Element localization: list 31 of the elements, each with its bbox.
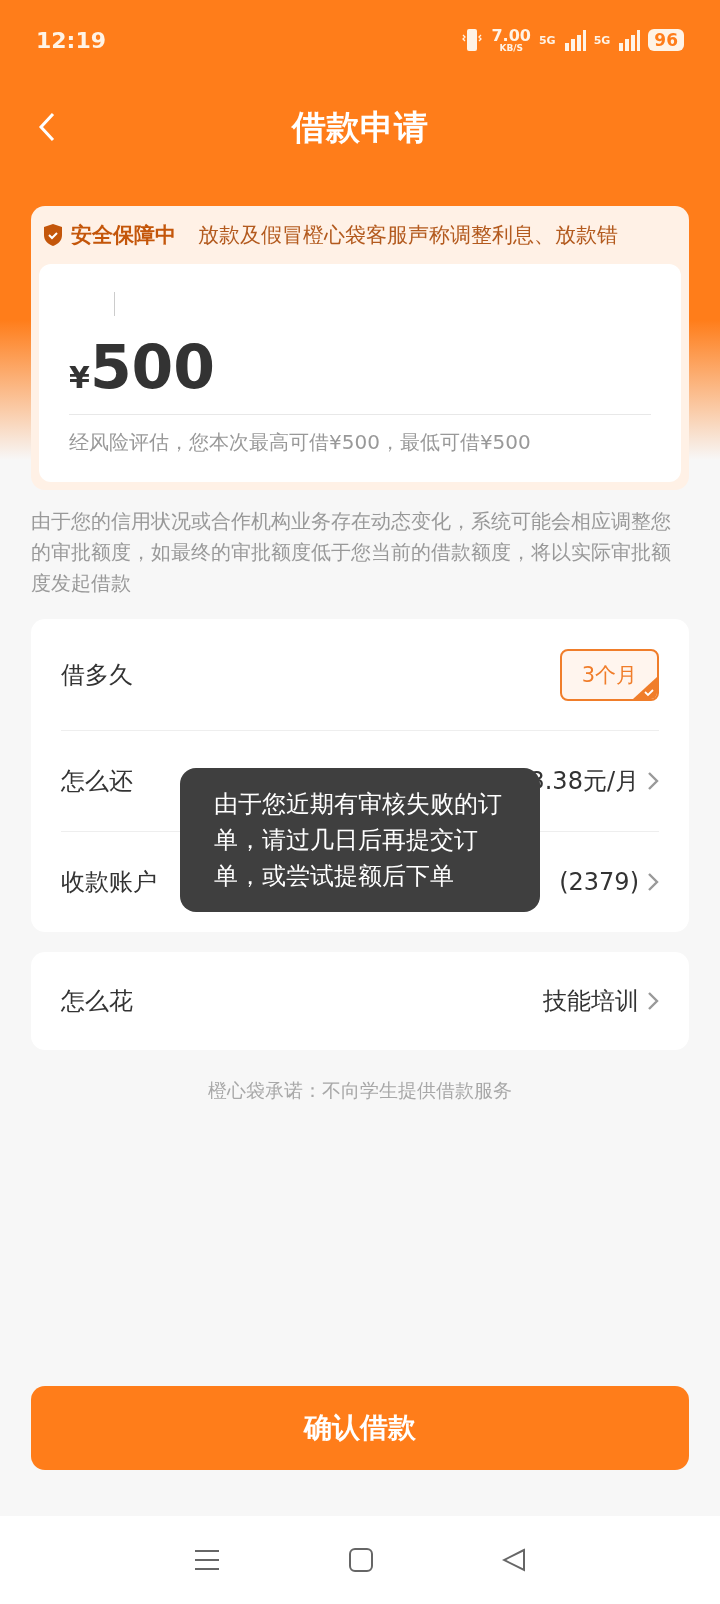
net-unit: KB/S (499, 43, 523, 53)
net-speed: 7.00 (491, 27, 531, 44)
row-value[interactable]: 技能培训 (543, 985, 639, 1017)
battery-level: 96 (648, 29, 684, 51)
row-label: 怎么花 (61, 986, 133, 1017)
amount-hint: 经风险评估，您本次最高可借¥500，最低可借¥500 (69, 429, 532, 456)
signal-icon (618, 29, 641, 51)
row-label: 借多久 (61, 659, 133, 691)
amount-field[interactable]: ¥500 (69, 332, 651, 415)
network-label: 5G (538, 33, 556, 47)
text-cursor (114, 292, 115, 316)
chevron-icon (647, 771, 659, 791)
disclaimer-text: 由于您的信用状况或合作机构业务存在动态变化，系统可能会相应调整您的审批额度，如最终的审批额度低于您当前的借款额度，将以实际审批额度发起借款 (31, 508, 672, 597)
shield-icon (43, 223, 63, 247)
page-title: 借款申请 (292, 106, 428, 149)
security-label: 安全保障中 (71, 222, 176, 249)
row-label: 收款账户 (61, 867, 157, 898)
menu-icon[interactable] (194, 1549, 221, 1571)
row-value[interactable]: (2379) (559, 868, 639, 896)
vibrate-icon (461, 27, 484, 53)
signal-icon (563, 29, 586, 51)
check-icon (633, 676, 657, 699)
promise-text: 橙心袋承诺：不向学生提供借款服务 (207, 1078, 513, 1103)
back-icon[interactable] (501, 1548, 526, 1572)
chevron-icon (647, 991, 659, 1011)
network-label: 5G (593, 33, 611, 47)
row-label: 怎么还 (61, 766, 133, 797)
chevron-icon (647, 872, 659, 892)
notice-marquee: 放款及假冒橙心袋客服声称调整利息、放款错 (198, 222, 618, 249)
home-icon[interactable] (349, 1548, 373, 1572)
status-time: 12:19 (36, 27, 107, 53)
